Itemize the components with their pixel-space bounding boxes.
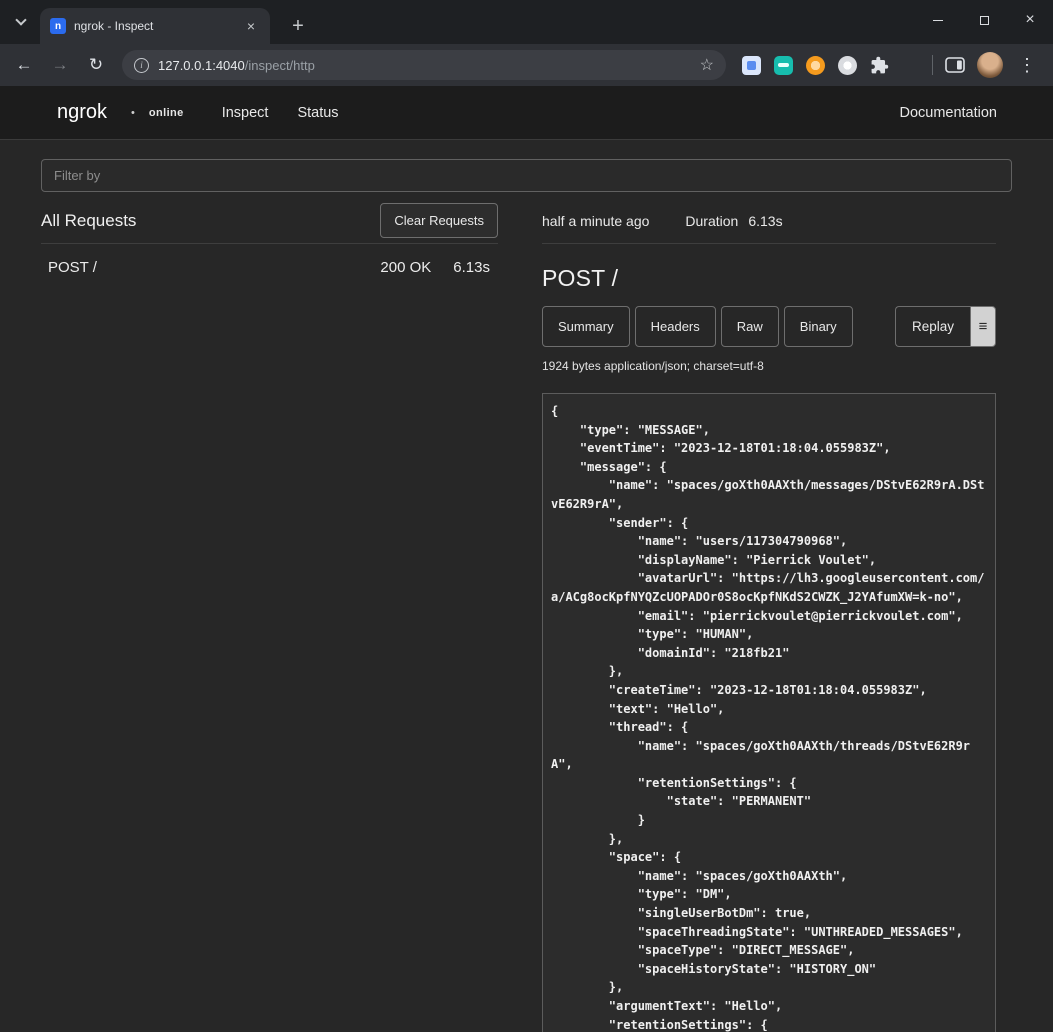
new-tab-button[interactable]: + xyxy=(284,12,312,40)
url-path: /inspect/http xyxy=(245,58,315,73)
browser-menu-icon[interactable]: ⋮ xyxy=(1015,55,1039,76)
status-dot-icon: • xyxy=(131,107,135,119)
detail-tabs: Summary Headers Raw Binary Replay ≡ xyxy=(542,306,996,347)
ngrok-logo[interactable]: ngrok xyxy=(57,101,107,124)
ngrok-header: ngrok • online Inspect Status Documentat… xyxy=(0,86,1053,140)
back-button[interactable]: ← xyxy=(8,49,40,81)
window-controls: × xyxy=(915,0,1053,40)
request-time-ago: half a minute ago xyxy=(542,213,649,229)
detail-panel: half a minute ago Duration 6.13s POST / … xyxy=(542,198,996,1032)
main-content: All Requests Clear Requests POST / 200 O… xyxy=(0,159,1053,1032)
request-row[interactable]: POST / 200 OK 6.13s xyxy=(41,244,498,291)
toolbar-divider xyxy=(932,55,933,75)
profile-avatar[interactable] xyxy=(977,52,1003,78)
minimize-button[interactable] xyxy=(915,0,961,40)
code-block: { "type": "MESSAGE", "eventTime": "2023-… xyxy=(542,393,996,1032)
site-info-icon[interactable]: i xyxy=(134,58,149,73)
tab-binary[interactable]: Binary xyxy=(784,306,853,347)
nav-item-inspect[interactable]: Inspect xyxy=(222,105,269,121)
replay-button[interactable]: Replay xyxy=(895,306,970,347)
extension-icon[interactable] xyxy=(774,56,793,75)
extension-icon[interactable] xyxy=(806,56,825,75)
filter-input[interactable] xyxy=(41,159,1012,192)
content-meta: 1924 bytes application/json; charset=utf… xyxy=(542,359,996,373)
minimize-icon xyxy=(933,20,943,21)
ngrok-favicon: n xyxy=(50,18,66,34)
side-panel-icon[interactable] xyxy=(945,56,965,74)
bookmark-star-icon[interactable]: ☆ xyxy=(700,55,714,75)
tab-headers[interactable]: Headers xyxy=(635,306,716,347)
chevron-down-icon xyxy=(15,14,26,25)
replay-menu-button[interactable]: ≡ xyxy=(970,306,996,347)
url-text: 127.0.0.1:4040/inspect/http xyxy=(158,58,691,73)
url-host: 127.0.0.1:4040 xyxy=(158,58,245,73)
request-duration: 6.13s xyxy=(453,259,490,276)
extension-icon[interactable] xyxy=(742,56,761,75)
extensions-puzzle-icon[interactable] xyxy=(870,56,889,75)
browser-toolbar: ← → ↻ i 127.0.0.1:4040/inspect/http ☆ ⋮ xyxy=(0,44,1053,86)
requests-panel: All Requests Clear Requests POST / 200 O… xyxy=(41,198,498,1032)
requests-panel-header: All Requests Clear Requests xyxy=(41,198,498,244)
extensions-cluster xyxy=(742,56,889,75)
status-online-label: online xyxy=(149,107,184,119)
request-title: POST / xyxy=(542,265,996,292)
replay-group: Replay ≡ xyxy=(895,306,996,347)
maximize-button[interactable] xyxy=(961,0,1007,40)
request-status: 200 OK xyxy=(380,259,431,276)
browser-tab[interactable]: n ngrok - Inspect × xyxy=(40,8,270,44)
tab-close-icon[interactable]: × xyxy=(242,17,260,35)
requests-title: All Requests xyxy=(41,211,136,231)
url-bar[interactable]: i 127.0.0.1:4040/inspect/http ☆ xyxy=(122,50,726,80)
tab-raw[interactable]: Raw xyxy=(721,306,779,347)
toolbar-right-cluster: ⋮ xyxy=(932,52,1045,78)
hamburger-icon: ≡ xyxy=(979,318,988,335)
detail-panel-header: half a minute ago Duration 6.13s xyxy=(542,198,996,244)
nav-item-status[interactable]: Status xyxy=(297,105,338,121)
extension-icon[interactable] xyxy=(838,56,857,75)
browser-titlebar: n ngrok - Inspect × + × xyxy=(0,0,1053,44)
duration-value: 6.13s xyxy=(748,213,782,229)
nav-item-documentation[interactable]: Documentation xyxy=(899,105,997,121)
close-button[interactable]: × xyxy=(1007,0,1053,40)
tab-search-button[interactable] xyxy=(9,10,33,34)
clear-requests-button[interactable]: Clear Requests xyxy=(380,203,498,238)
maximize-icon xyxy=(980,16,989,25)
request-method-path: POST / xyxy=(48,259,380,276)
tab-title: ngrok - Inspect xyxy=(74,19,234,33)
request-body-json: { "type": "MESSAGE", "eventTime": "2023-… xyxy=(551,402,987,1032)
duration-label: Duration xyxy=(685,213,738,229)
forward-button[interactable]: → xyxy=(44,49,76,81)
tab-summary[interactable]: Summary xyxy=(542,306,630,347)
reload-button[interactable]: ↻ xyxy=(80,49,112,81)
